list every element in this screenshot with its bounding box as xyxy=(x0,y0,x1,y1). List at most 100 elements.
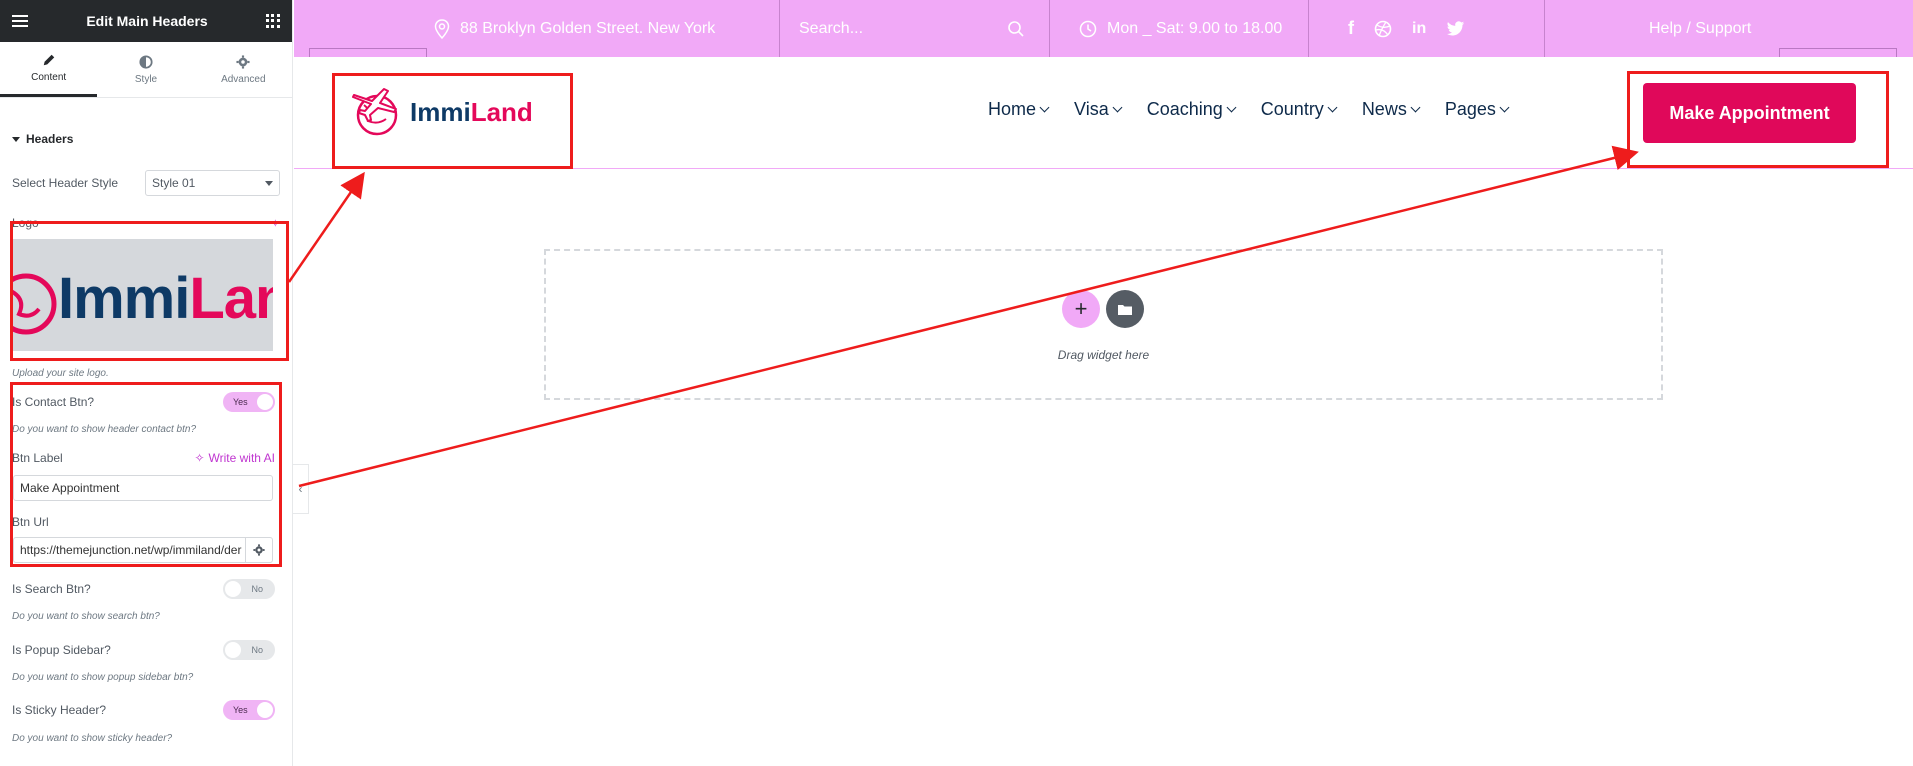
brand-name: ImmiLand xyxy=(410,97,533,128)
tab-style-label: Style xyxy=(134,73,158,85)
header-style-value: Style 01 xyxy=(152,176,196,190)
dropzone-text: Drag widget here xyxy=(1057,348,1150,362)
write-with-ai-label: Write with AI xyxy=(208,451,275,465)
panel-collapse-handle[interactable]: ‹ xyxy=(293,464,309,514)
write-with-ai-link[interactable]: ✧ Write with AI xyxy=(194,451,275,465)
topbar-divider xyxy=(779,0,780,57)
site-navbar: ImmiLand Home Visa Coaching Country News… xyxy=(294,57,1913,169)
topbar-hours: Mon _ Sat: 9.00 to 18.00 xyxy=(1079,0,1282,57)
header-style-select[interactable]: Style 01 xyxy=(145,170,280,196)
chevron-left-icon: ‹ xyxy=(298,482,303,496)
popup-sidebar-toggle[interactable]: No xyxy=(223,640,275,660)
add-section-button[interactable]: + xyxy=(1062,290,1100,328)
gear-icon xyxy=(253,544,265,556)
caret-down-icon xyxy=(12,136,20,142)
panel-tabs: Content Style Advanced xyxy=(0,42,292,98)
search-btn-label: Is Search Btn? xyxy=(12,582,91,596)
brand-name-red: Land xyxy=(470,96,533,127)
dropdown-arrow-icon xyxy=(265,180,273,186)
clock-icon xyxy=(1079,20,1097,37)
tab-style[interactable]: Style xyxy=(97,42,194,97)
logo-label: Logo xyxy=(12,216,39,230)
sticky-header-toggle[interactable]: Yes xyxy=(223,700,275,720)
main-menu: Home Visa Coaching Country News Pages xyxy=(988,99,1510,120)
linkedin-icon[interactable]: in xyxy=(1412,20,1426,38)
sticky-header-help: Do you want to show sticky header? xyxy=(12,733,173,744)
popup-sidebar-help: Do you want to show popup sidebar btn? xyxy=(12,672,194,683)
contact-btn-help: Do you want to show header contact btn? xyxy=(12,424,197,435)
search-btn-toggle[interactable]: No xyxy=(223,579,275,599)
ai-sparkle-icon[interactable]: ✧ xyxy=(271,217,280,230)
make-appointment-button[interactable]: Make Appointment xyxy=(1643,83,1856,143)
menu-item-home[interactable]: Home xyxy=(988,99,1050,120)
btn-label-row: Btn Label ✧ Write with AI xyxy=(0,451,287,465)
editor-screen: Edit Main Headers Content Style Advanced… xyxy=(0,0,1913,766)
menu-icon[interactable] xyxy=(12,15,28,27)
widgets-grid-icon[interactable] xyxy=(266,14,280,28)
tab-advanced-label: Advanced xyxy=(221,73,266,85)
add-template-button[interactable] xyxy=(1106,290,1144,328)
help-support-text: Help / Support xyxy=(1649,19,1752,37)
topbar-address: 88 Broklyn Golden Street. New York xyxy=(434,0,715,57)
ai-sparkle-icon: ✧ xyxy=(194,451,205,465)
topbar-notch-right xyxy=(1779,48,1897,57)
menu-item-pages[interactable]: Pages xyxy=(1445,99,1510,120)
sticky-header-label: Is Sticky Header? xyxy=(12,703,107,717)
popup-sidebar-row: Is Popup Sidebar? No xyxy=(0,640,287,660)
chevron-down-icon xyxy=(1410,102,1421,113)
topbar-social: f in xyxy=(1348,0,1465,57)
menu-label: Country xyxy=(1260,99,1324,119)
btn-url-input[interactable]: https://themejunction.net/wp/immiland/de… xyxy=(13,537,246,563)
section-headers-toggle[interactable]: Headers xyxy=(12,132,292,146)
editor-panel: Edit Main Headers Content Style Advanced… xyxy=(0,0,293,766)
topbar-divider xyxy=(1308,0,1309,57)
btn-url-label: Btn Url xyxy=(12,515,49,529)
help-support-link[interactable]: Help / Support xyxy=(1649,0,1751,57)
menu-item-news[interactable]: News xyxy=(1362,99,1421,120)
section-title: Headers xyxy=(26,132,74,146)
topbar-search[interactable]: Search... xyxy=(799,0,1025,57)
popup-sidebar-label: Is Popup Sidebar? xyxy=(12,643,111,657)
search-icon[interactable] xyxy=(1007,20,1025,38)
search-btn-row: Is Search Btn? No xyxy=(0,579,287,599)
url-options-button[interactable] xyxy=(245,537,273,563)
btn-label-input[interactable]: Make Appointment xyxy=(13,475,273,501)
popup-sidebar-state: No xyxy=(251,645,263,655)
menu-item-country[interactable]: Country xyxy=(1260,99,1338,120)
tab-content[interactable]: Content xyxy=(0,42,98,97)
map-pin-icon xyxy=(434,18,450,39)
address-text: 88 Broklyn Golden Street. New York xyxy=(460,19,716,37)
contact-btn-state: Yes xyxy=(233,397,248,407)
sticky-header-row: Is Sticky Header? Yes xyxy=(0,700,287,720)
topbar-divider xyxy=(1049,0,1050,57)
twitter-icon[interactable] xyxy=(1446,20,1465,37)
widget-dropzone[interactable]: + Drag widget here xyxy=(544,249,1663,400)
header-style-label: Select Header Style xyxy=(12,176,119,190)
chevron-down-icon xyxy=(1226,102,1237,113)
dropzone-actions: + xyxy=(1062,290,1144,328)
search-input[interactable]: Search... xyxy=(799,20,863,38)
contact-btn-label: Is Contact Btn? xyxy=(12,395,95,409)
menu-label: Visa xyxy=(1074,99,1109,119)
chevron-down-icon xyxy=(1112,102,1123,113)
btn-label-label: Btn Label xyxy=(12,451,63,465)
contact-btn-toggle[interactable]: Yes xyxy=(223,392,275,412)
contact-btn-row: Is Contact Btn? Yes xyxy=(0,392,287,412)
tab-content-label: Content xyxy=(31,72,67,83)
site-logo[interactable]: ImmiLand xyxy=(350,85,533,139)
logo-media-preview[interactable]: ImmiLan xyxy=(13,239,273,351)
topbar-divider xyxy=(1544,0,1545,57)
logo-globe-icon xyxy=(13,273,57,335)
menu-label: Coaching xyxy=(1146,99,1223,119)
folder-icon xyxy=(1118,304,1132,315)
hours-text: Mon _ Sat: 9.00 to 18.00 xyxy=(1107,19,1283,37)
facebook-icon[interactable]: f xyxy=(1348,18,1354,39)
tab-advanced[interactable]: Advanced xyxy=(195,42,292,97)
chevron-down-icon xyxy=(1499,102,1510,113)
logo-image-text: ImmiLan xyxy=(58,265,273,332)
brand-name-dark: Immi xyxy=(410,96,471,127)
plus-icon: + xyxy=(1074,296,1088,321)
menu-item-coaching[interactable]: Coaching xyxy=(1146,99,1237,120)
menu-item-visa[interactable]: Visa xyxy=(1074,99,1123,120)
dribbble-icon[interactable] xyxy=(1374,20,1392,38)
